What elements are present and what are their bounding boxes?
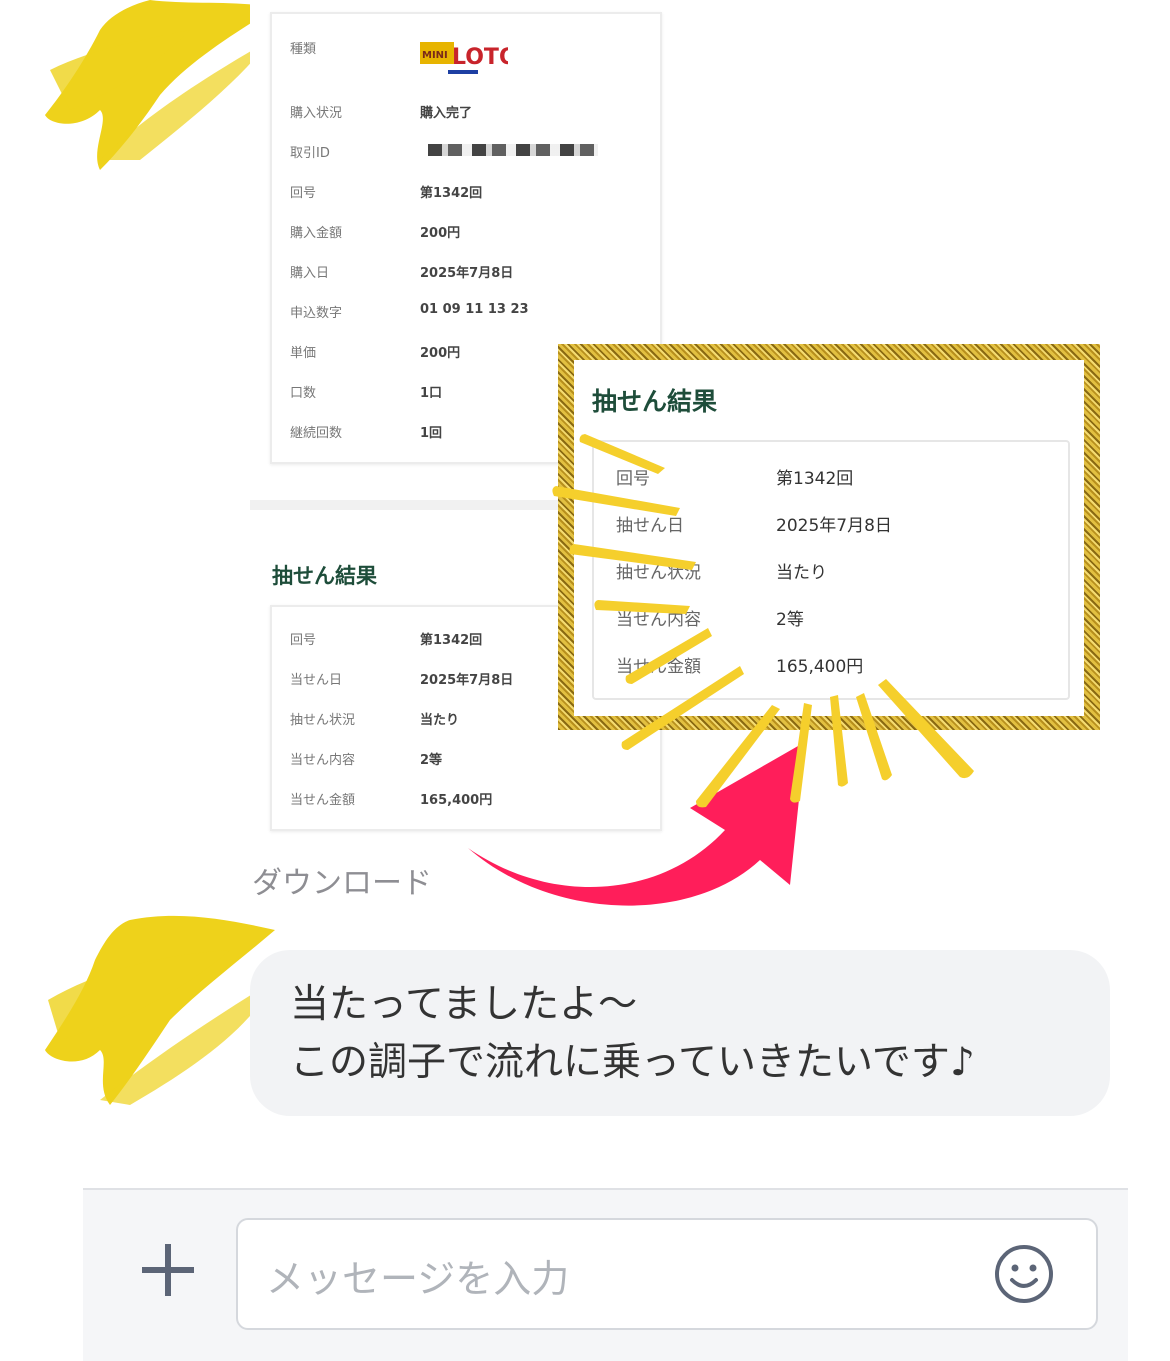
message-input-box[interactable] — [236, 1218, 1098, 1330]
avatar-brush-top — [45, 0, 275, 170]
result-label: 当せん内容 — [290, 753, 356, 768]
chat-message-line: 当たってましたよ〜 — [290, 982, 638, 1027]
receipt-label: 取引ID — [290, 146, 330, 161]
result-label: 当せん日 — [290, 673, 343, 688]
receipt-value: 01 09 11 13 23 — [420, 302, 529, 317]
message-input[interactable] — [264, 1250, 988, 1308]
redacted-transaction-id — [428, 144, 598, 156]
result-value: 2025年7月8日 — [420, 673, 514, 688]
receipt-label: 種類 — [290, 42, 317, 57]
plus-icon[interactable] — [138, 1240, 198, 1300]
receipt-value: 購入完了 — [420, 106, 473, 121]
result-label: 回号 — [290, 633, 317, 648]
smiley-icon[interactable] — [992, 1242, 1056, 1306]
svg-text:MINI: MINI — [422, 50, 448, 61]
mini-loto-logo: MINI LOTO — [420, 42, 508, 74]
result-title-small: 抽せん結果 — [272, 564, 377, 588]
receipt-label: 単価 — [290, 346, 317, 361]
receipt-value: 1口 — [420, 386, 443, 401]
receipt-label: 申込数字 — [290, 306, 343, 321]
result-value: 第1342回 — [776, 469, 854, 489]
result-value: 2等 — [420, 753, 443, 768]
avatar-brush-bottom — [45, 915, 275, 1105]
message-input-bar — [83, 1188, 1128, 1361]
chat-message-bubble[interactable]: 当たってましたよ〜 この調子で流れに乗っていきたいです♪ — [250, 950, 1110, 1116]
receipt-label: 購入状況 — [290, 106, 343, 121]
result-value: 当たり — [776, 563, 827, 583]
receipt-value: 200円 — [420, 226, 461, 241]
receipt-label: 購入金額 — [290, 226, 343, 241]
burst-lines-bottom — [696, 679, 974, 808]
result-label: 当せん金額 — [290, 793, 356, 808]
chat-message-line: この調子で流れに乗っていきたいです♪ — [290, 1040, 975, 1085]
receipt-value: 1回 — [420, 426, 443, 441]
result-title-large: 抽せん結果 — [592, 387, 718, 416]
receipt-label: 口数 — [290, 386, 317, 401]
receipt-label: 継続回数 — [290, 426, 343, 441]
receipt-label: 購入日 — [290, 266, 330, 281]
result-value: 2025年7月8日 — [776, 516, 892, 536]
receipt-value: 2025年7月8日 — [420, 266, 514, 281]
chat-message-text: 当たってましたよ〜 この調子で流れに乗っていきたいです♪ — [290, 976, 975, 1092]
result-value: 当たり — [420, 713, 460, 728]
result-value: 2等 — [776, 610, 804, 630]
receipt-label: 回号 — [290, 186, 317, 201]
result-value: 165,400円 — [776, 657, 864, 677]
download-link[interactable]: ダウンロード — [252, 858, 432, 902]
svg-text:LOTO: LOTO — [452, 45, 508, 70]
receipt-value: 200円 — [420, 346, 461, 361]
receipt-value: 第1342回 — [420, 186, 483, 201]
result-value: 第1342回 — [420, 633, 483, 648]
result-label: 抽せん状況 — [290, 713, 356, 728]
